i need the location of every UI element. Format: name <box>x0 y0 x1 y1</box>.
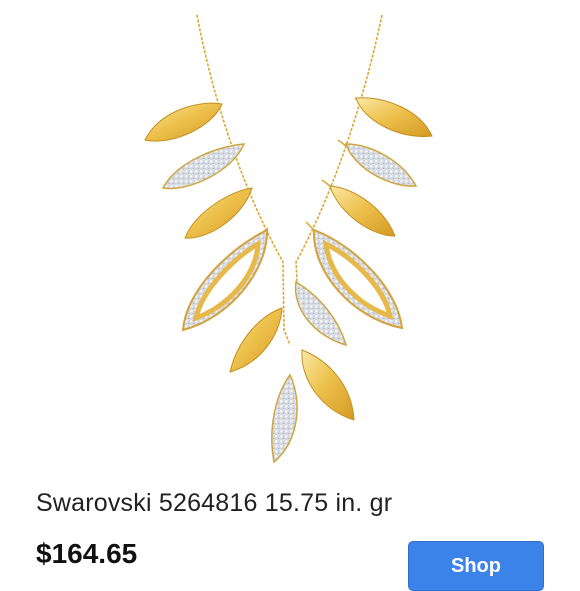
necklace-image <box>144 14 433 464</box>
shop-button[interactable]: Shop <box>408 541 544 591</box>
product-price: $164.65 <box>36 538 138 569</box>
product-image[interactable] <box>0 0 580 470</box>
product-title: Swarovski 5264816 15.75 in. gr <box>36 489 393 517</box>
